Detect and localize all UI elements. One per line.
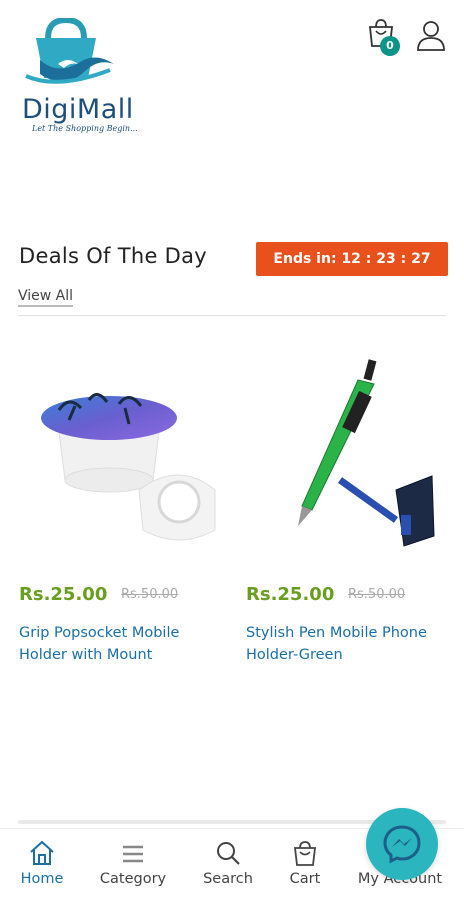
menu-icon (123, 845, 143, 863)
product-price: Rs.25.00 (246, 584, 335, 605)
shopping-bag-logo-icon (25, 16, 114, 84)
nav-label: Cart (289, 871, 321, 887)
nav-label: Category (99, 871, 167, 887)
product-card-pen-holder[interactable]: Rs.25.00 Rs.50.00 Stylish Pen Mobile Pho… (246, 340, 446, 663)
nav-category[interactable]: Category (94, 839, 172, 887)
product-image[interactable] (19, 340, 219, 560)
app-header: DigiMall Let The Shopping Begin... 0 (0, 0, 464, 150)
nav-home[interactable]: Home (16, 839, 68, 887)
brand-tagline: Let The Shopping Begin... (32, 124, 138, 133)
search-icon (217, 842, 240, 865)
header-cart-button[interactable]: 0 (366, 18, 400, 56)
product-name[interactable]: Stylish Pen Mobile Phone Holder-Green (246, 622, 456, 666)
deal-countdown-timer: Ends in: 12 : 23 : 27 (256, 242, 448, 276)
nav-cart[interactable]: Cart (284, 839, 326, 887)
popsocket-product-image (41, 393, 216, 541)
nav-label: Home (20, 871, 64, 887)
header-account-button[interactable] (416, 20, 448, 54)
product-original-price: Rs.50.00 (121, 587, 179, 602)
product-card-popsocket[interactable]: Rs.25.00 Rs.50.00 Grip Popsocket Mobile … (19, 340, 219, 663)
section-divider (18, 315, 446, 316)
cart-count-badge: 0 (380, 36, 400, 56)
user-icon (417, 21, 445, 51)
digimall-logo[interactable]: DigiMall Let The Shopping Begin... (18, 16, 138, 140)
home-icon (30, 840, 54, 865)
brand-name: DigiMall (22, 94, 134, 125)
pen-holder-product-image (298, 359, 435, 547)
product-price: Rs.25.00 (19, 584, 108, 605)
messenger-chat-button[interactable] (366, 808, 438, 880)
view-all-link[interactable]: View All (18, 288, 74, 307)
deals-section-title: Deals Of The Day (19, 244, 208, 268)
messenger-icon (383, 825, 421, 864)
cart-icon (293, 841, 317, 866)
nav-search[interactable]: Search (198, 839, 258, 887)
product-image[interactable] (246, 340, 446, 560)
product-name[interactable]: Grip Popsocket Mobile Holder with Mount (19, 622, 229, 666)
nav-label: Search (203, 871, 253, 887)
product-original-price: Rs.50.00 (348, 587, 406, 602)
